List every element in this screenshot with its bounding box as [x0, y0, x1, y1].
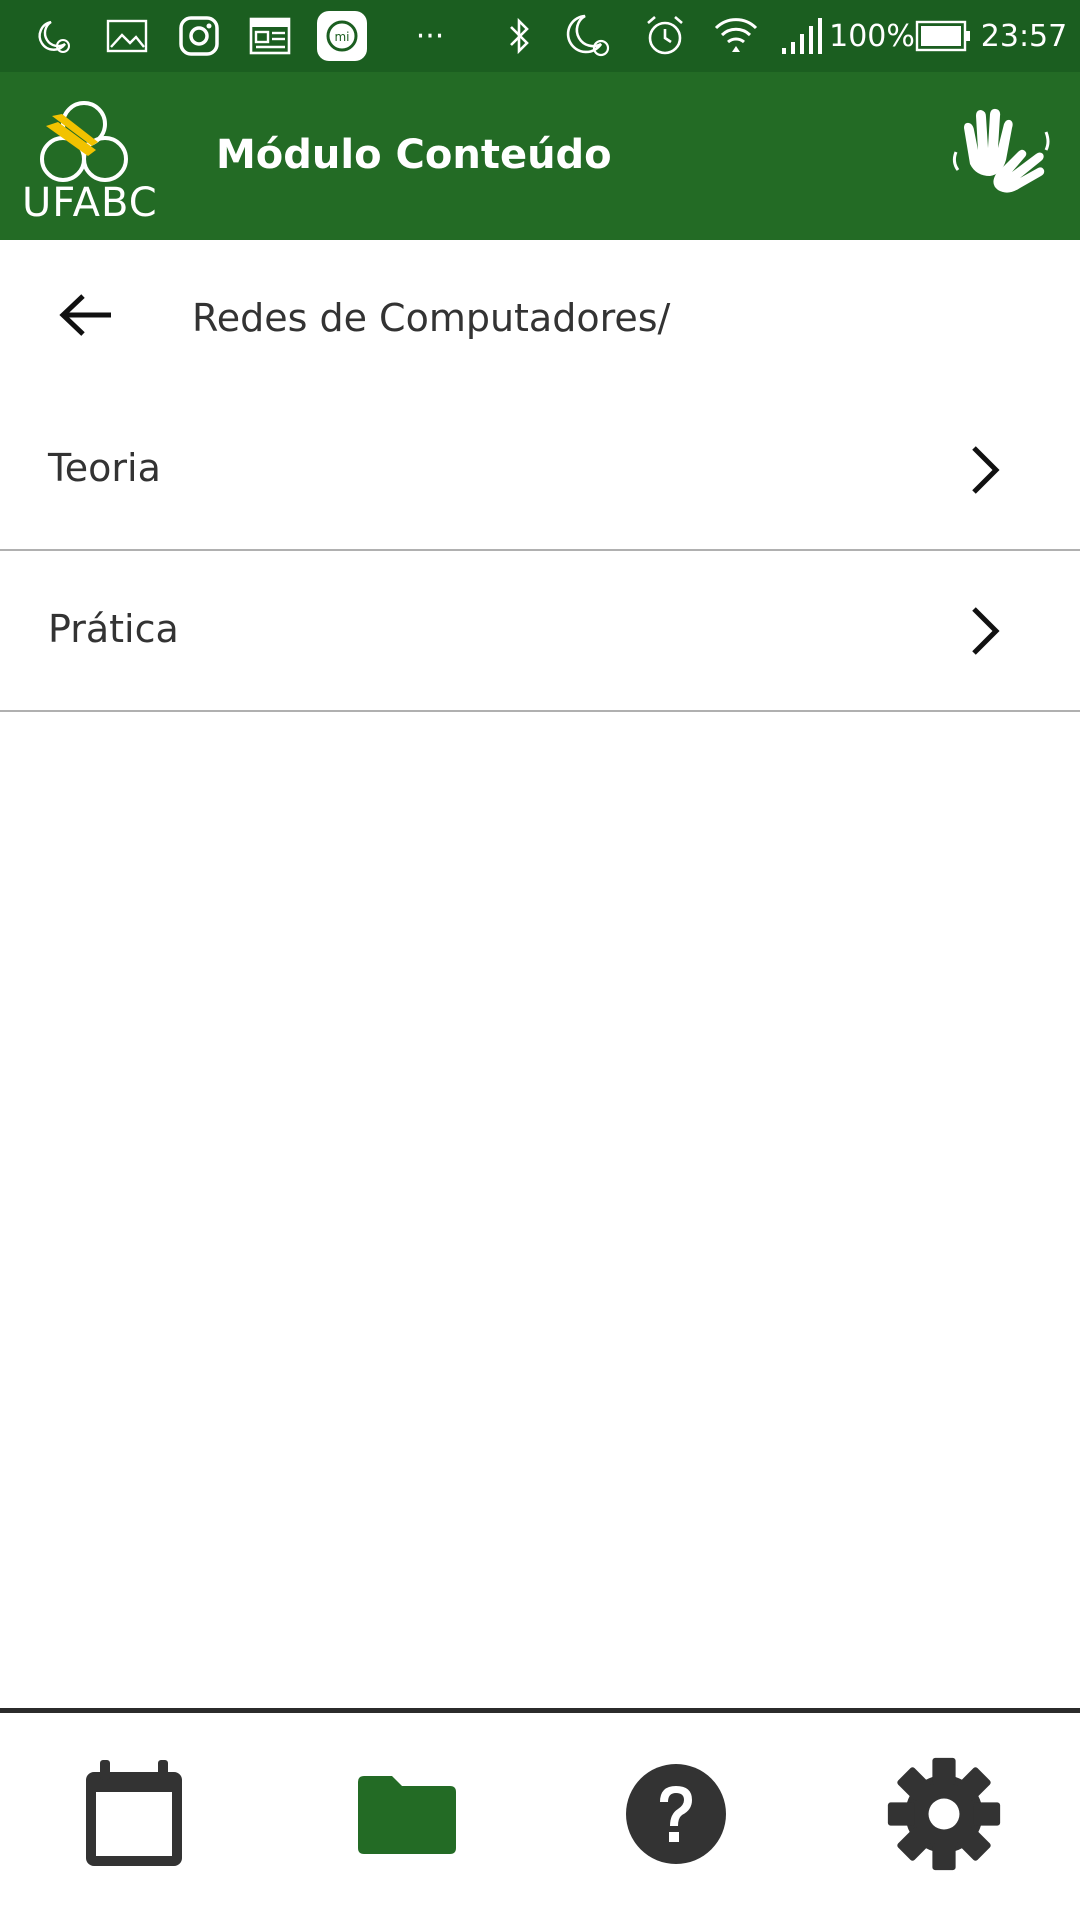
sign-language-icon[interactable]	[950, 102, 1050, 202]
bottom-navigation	[0, 1708, 1080, 1920]
svg-text:mi: mi	[334, 30, 349, 44]
list-item-label: Teoria	[48, 446, 161, 490]
list-item-pratica[interactable]: Prática	[0, 551, 1080, 712]
alarm-icon	[640, 0, 690, 72]
nav-help-button[interactable]	[616, 1749, 736, 1879]
content-list: Teoria Prática	[0, 390, 1080, 712]
breadcrumb: Redes de Computadores/	[0, 240, 1080, 390]
list-item-teoria[interactable]: Teoria	[0, 390, 1080, 551]
nav-settings-button[interactable]	[884, 1749, 1004, 1879]
nav-folder-button[interactable]	[346, 1749, 466, 1879]
page-title: Módulo Conteúdo	[216, 132, 612, 178]
news-icon	[244, 0, 296, 72]
wifi-icon	[710, 0, 762, 72]
status-bar: mi ··· 100% 23:57	[0, 0, 1080, 72]
instagram-icon	[174, 0, 224, 72]
overflow-indicator: ···	[415, 18, 445, 54]
breadcrumb-path: Redes de Computadores/	[192, 296, 671, 340]
battery-percent: 100%	[829, 18, 915, 54]
signal-icon	[778, 0, 826, 72]
app-bar: UFABC Módulo Conteúdo	[0, 72, 1080, 240]
nav-calendar-button[interactable]	[74, 1749, 194, 1879]
clock: 23:57	[980, 18, 1068, 54]
list-item-label: Prática	[48, 607, 179, 651]
chevron-right-icon	[972, 607, 1000, 655]
moon-alarm-icon-2	[560, 0, 616, 72]
help-icon	[626, 1764, 726, 1864]
settings-icon	[887, 1757, 1001, 1871]
battery-icon	[914, 0, 972, 72]
arrow-left-icon	[59, 294, 111, 336]
folder-icon	[358, 1776, 456, 1854]
logo-text: UFABC	[22, 180, 158, 226]
mi-icon: mi	[314, 0, 370, 72]
gallery-icon	[102, 0, 152, 72]
calendar-icon	[86, 1760, 182, 1866]
chevron-right-icon	[972, 446, 1000, 494]
moon-alarm-icon	[28, 0, 78, 72]
bluetooth-icon	[500, 0, 540, 72]
back-button[interactable]	[40, 285, 130, 345]
